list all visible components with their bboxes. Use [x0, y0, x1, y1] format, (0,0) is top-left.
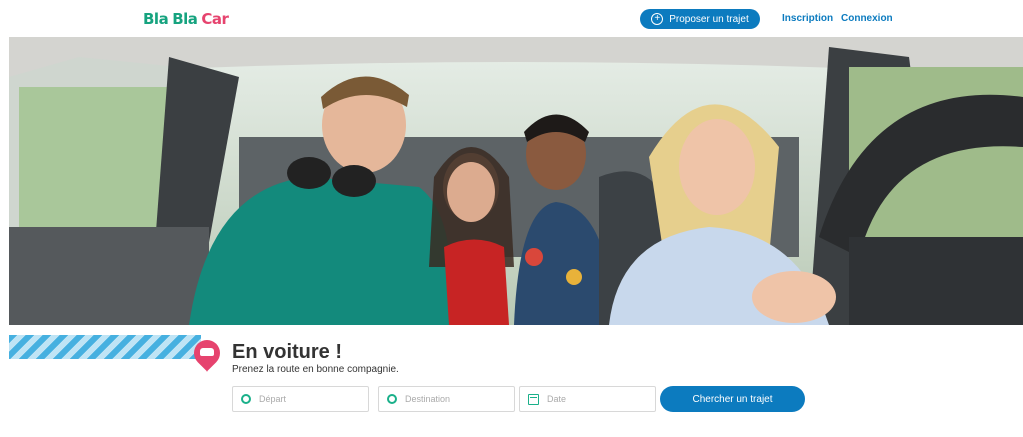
- decorative-chevrons: [9, 335, 201, 359]
- calendar-icon: [528, 393, 539, 405]
- date-field[interactable]: [519, 386, 656, 412]
- destination-input[interactable]: [405, 394, 495, 404]
- blablacar-logo[interactable]: Bla Bla Car: [143, 10, 229, 28]
- destination-ring-icon: [387, 394, 397, 404]
- search-ride-button[interactable]: Chercher un trajet: [660, 386, 805, 412]
- destination-field[interactable]: [378, 386, 515, 412]
- top-header: Bla Bla Car + Proposer un trajet Inscripti…: [0, 0, 1023, 36]
- hero-title: En voiture !: [232, 341, 343, 363]
- departure-input[interactable]: [259, 394, 349, 404]
- plus-circle-icon: +: [651, 13, 664, 25]
- origin-ring-icon: [241, 394, 251, 404]
- offer-ride-label: Proposer un trajet: [669, 13, 749, 25]
- departure-field[interactable]: [232, 386, 369, 412]
- offer-ride-button[interactable]: + Proposer un trajet: [640, 9, 760, 29]
- hero-photo: [9, 37, 1023, 325]
- date-input[interactable]: [547, 394, 637, 404]
- car-in-pin-icon: [200, 348, 214, 356]
- login-link[interactable]: Connexion: [841, 13, 893, 24]
- signup-link[interactable]: Inscription: [782, 13, 833, 24]
- logo-word-1: Bla: [143, 10, 169, 28]
- logo-word-2: Bla: [172, 10, 198, 28]
- logo-word-3: Car: [201, 10, 229, 28]
- hero-subtitle: Prenez la route en bonne compagnie.: [232, 364, 399, 375]
